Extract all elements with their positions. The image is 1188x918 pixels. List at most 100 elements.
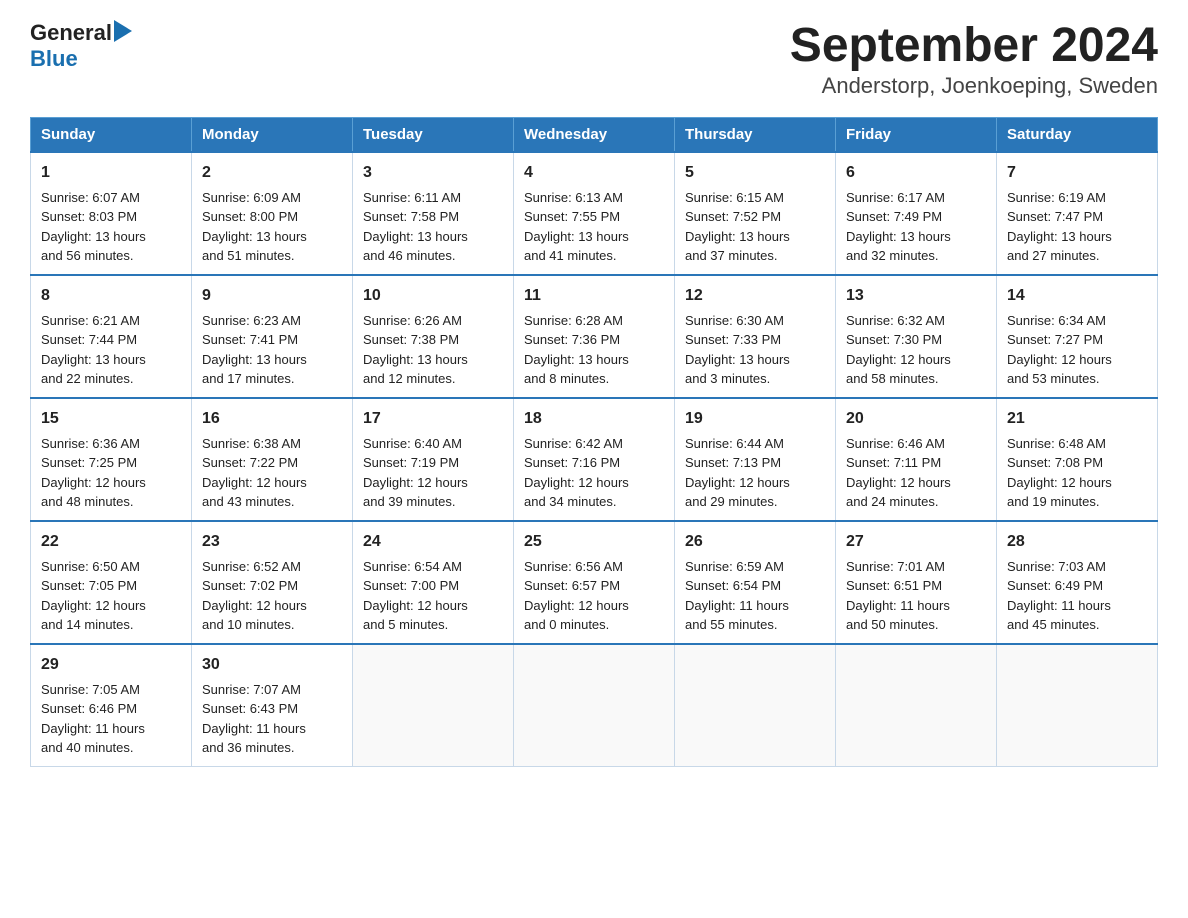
daylight-duration-cont: and 32 minutes. [846, 246, 986, 266]
daylight-duration-cont: and 41 minutes. [524, 246, 664, 266]
sunrise-time: Sunrise: 6:34 AM [1007, 311, 1147, 331]
calendar-cell: 21Sunrise: 6:48 AMSunset: 7:08 PMDayligh… [997, 398, 1158, 521]
calendar-week-row: 15Sunrise: 6:36 AMSunset: 7:25 PMDayligh… [31, 398, 1158, 521]
day-number: 21 [1007, 407, 1147, 431]
sunset-time: Sunset: 7:00 PM [363, 576, 503, 596]
calendar-cell: 2Sunrise: 6:09 AMSunset: 8:00 PMDaylight… [192, 152, 353, 275]
sunset-time: Sunset: 6:54 PM [685, 576, 825, 596]
day-number: 13 [846, 284, 986, 308]
sunrise-time: Sunrise: 6:30 AM [685, 311, 825, 331]
calendar-week-row: 22Sunrise: 6:50 AMSunset: 7:05 PMDayligh… [31, 521, 1158, 644]
daylight-duration-cont: and 43 minutes. [202, 492, 342, 512]
sunset-time: Sunset: 7:36 PM [524, 330, 664, 350]
sunset-time: Sunset: 7:16 PM [524, 453, 664, 473]
title-block: September 2024 Anderstorp, Joenkoeping, … [790, 20, 1158, 99]
sunrise-time: Sunrise: 6:11 AM [363, 188, 503, 208]
calendar-cell: 15Sunrise: 6:36 AMSunset: 7:25 PMDayligh… [31, 398, 192, 521]
daylight-duration: Daylight: 12 hours [202, 473, 342, 493]
day-number: 25 [524, 530, 664, 554]
daylight-duration: Daylight: 12 hours [846, 473, 986, 493]
daylight-duration: Daylight: 11 hours [1007, 596, 1147, 616]
calendar-cell: 12Sunrise: 6:30 AMSunset: 7:33 PMDayligh… [675, 275, 836, 398]
calendar-cell: 10Sunrise: 6:26 AMSunset: 7:38 PMDayligh… [353, 275, 514, 398]
sunrise-time: Sunrise: 6:09 AM [202, 188, 342, 208]
sunset-time: Sunset: 7:13 PM [685, 453, 825, 473]
sunrise-time: Sunrise: 6:46 AM [846, 434, 986, 454]
sunrise-time: Sunrise: 6:50 AM [41, 557, 181, 577]
daylight-duration-cont: and 56 minutes. [41, 246, 181, 266]
day-number: 23 [202, 530, 342, 554]
calendar-cell: 28Sunrise: 7:03 AMSunset: 6:49 PMDayligh… [997, 521, 1158, 644]
day-number: 7 [1007, 161, 1147, 185]
calendar-header-sunday: Sunday [31, 117, 192, 152]
day-number: 29 [41, 653, 181, 677]
daylight-duration: Daylight: 13 hours [41, 227, 181, 247]
sunset-time: Sunset: 7:11 PM [846, 453, 986, 473]
day-number: 18 [524, 407, 664, 431]
sunrise-time: Sunrise: 6:54 AM [363, 557, 503, 577]
day-number: 5 [685, 161, 825, 185]
sunset-time: Sunset: 7:25 PM [41, 453, 181, 473]
calendar-cell: 19Sunrise: 6:44 AMSunset: 7:13 PMDayligh… [675, 398, 836, 521]
sunrise-time: Sunrise: 6:21 AM [41, 311, 181, 331]
day-number: 27 [846, 530, 986, 554]
daylight-duration: Daylight: 13 hours [846, 227, 986, 247]
calendar-cell: 22Sunrise: 6:50 AMSunset: 7:05 PMDayligh… [31, 521, 192, 644]
daylight-duration-cont: and 24 minutes. [846, 492, 986, 512]
calendar-cell: 27Sunrise: 7:01 AMSunset: 6:51 PMDayligh… [836, 521, 997, 644]
sunset-time: Sunset: 7:02 PM [202, 576, 342, 596]
daylight-duration: Daylight: 13 hours [41, 350, 181, 370]
day-number: 14 [1007, 284, 1147, 308]
calendar-cell: 13 Sunrise: 6:32 AMSunset: 7:30 PMDayligh… [836, 275, 997, 398]
sunset-time: Sunset: 7:38 PM [363, 330, 503, 350]
day-number: 22 [41, 530, 181, 554]
page-header: General Blue September 2024 Anderstorp, … [30, 20, 1158, 99]
daylight-duration-cont: and 45 minutes. [1007, 615, 1147, 635]
sunset-time: Sunset: 7:41 PM [202, 330, 342, 350]
calendar-cell: 30Sunrise: 7:07 AMSunset: 6:43 PMDayligh… [192, 644, 353, 767]
daylight-duration-cont: and 27 minutes. [1007, 246, 1147, 266]
daylight-duration-cont: and 34 minutes. [524, 492, 664, 512]
sunrise-time: Sunrise: 6:19 AM [1007, 188, 1147, 208]
calendar-cell: 14Sunrise: 6:34 AMSunset: 7:27 PMDayligh… [997, 275, 1158, 398]
calendar-cell: 23Sunrise: 6:52 AMSunset: 7:02 PMDayligh… [192, 521, 353, 644]
sunset-time: Sunset: 6:57 PM [524, 576, 664, 596]
daylight-duration-cont: and 3 minutes. [685, 369, 825, 389]
sunset-time: Sunset: 7:27 PM [1007, 330, 1147, 350]
daylight-duration-cont: and 55 minutes. [685, 615, 825, 635]
day-number: 11 [524, 284, 664, 308]
sunset-time: Sunset: 7:30 PM [846, 330, 986, 350]
calendar-cell: 5Sunrise: 6:15 AMSunset: 7:52 PMDaylight… [675, 152, 836, 275]
day-number: 2 [202, 161, 342, 185]
daylight-duration-cont: and 46 minutes. [363, 246, 503, 266]
sunrise-time: Sunrise: 6:36 AM [41, 434, 181, 454]
daylight-duration: Daylight: 13 hours [363, 350, 503, 370]
sunrise-time: Sunrise: 6:42 AM [524, 434, 664, 454]
daylight-duration: Daylight: 13 hours [685, 350, 825, 370]
sunset-time: Sunset: 7:52 PM [685, 207, 825, 227]
logo-general: General [30, 21, 112, 45]
calendar-table: SundayMondayTuesdayWednesdayThursdayFrid… [30, 117, 1158, 767]
daylight-duration: Daylight: 12 hours [846, 350, 986, 370]
sunset-time: Sunset: 7:19 PM [363, 453, 503, 473]
page-title: September 2024 [790, 20, 1158, 73]
sunrise-time: Sunrise: 6:32 AM [846, 311, 986, 331]
day-number: 28 [1007, 530, 1147, 554]
sunrise-time: Sunrise: 7:07 AM [202, 680, 342, 700]
sunset-time: Sunset: 7:47 PM [1007, 207, 1147, 227]
daylight-duration-cont: and 8 minutes. [524, 369, 664, 389]
sunrise-time: Sunrise: 6:40 AM [363, 434, 503, 454]
sunset-time: Sunset: 7:44 PM [41, 330, 181, 350]
calendar-header-monday: Monday [192, 117, 353, 152]
sunrise-time: Sunrise: 6:13 AM [524, 188, 664, 208]
calendar-week-row: 1Sunrise: 6:07 AMSunset: 8:03 PMDaylight… [31, 152, 1158, 275]
day-number: 17 [363, 407, 503, 431]
daylight-duration: Daylight: 12 hours [685, 473, 825, 493]
calendar-cell: 26Sunrise: 6:59 AMSunset: 6:54 PMDayligh… [675, 521, 836, 644]
daylight-duration: Daylight: 13 hours [685, 227, 825, 247]
day-number: 19 [685, 407, 825, 431]
daylight-duration-cont: and 37 minutes. [685, 246, 825, 266]
daylight-duration: Daylight: 12 hours [363, 473, 503, 493]
daylight-duration-cont: and 36 minutes. [202, 738, 342, 758]
calendar-cell [997, 644, 1158, 767]
